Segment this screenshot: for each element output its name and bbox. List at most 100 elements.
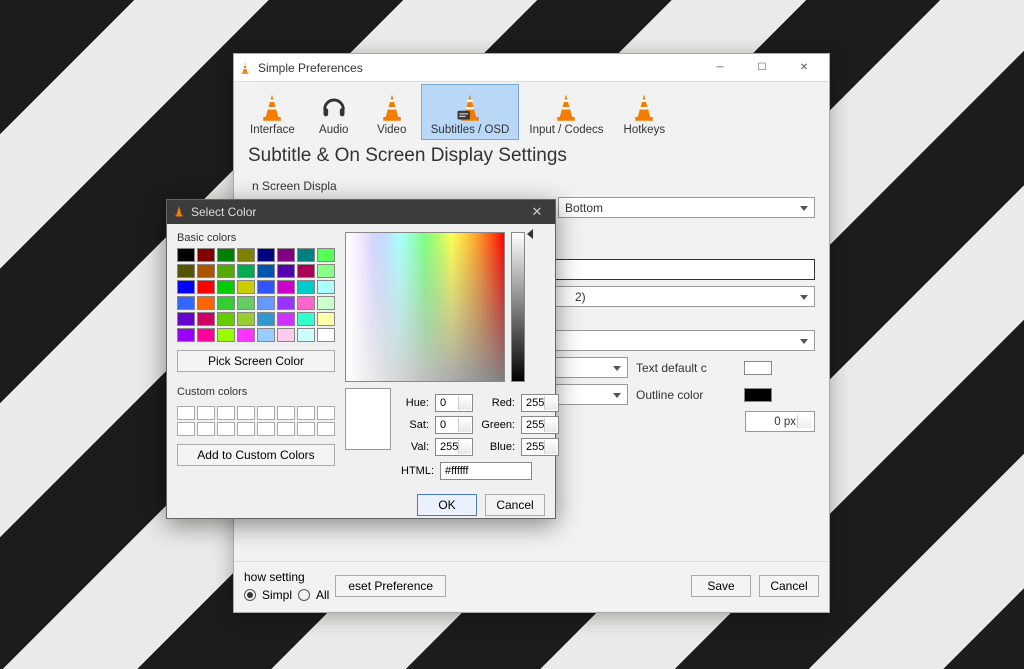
basic-color-swatch[interactable] [197,328,215,342]
radio-all[interactable] [298,589,310,601]
basic-color-swatch[interactable] [197,264,215,278]
basic-color-swatch[interactable] [237,280,255,294]
pick-screen-color-button[interactable]: Pick Screen Color [177,350,335,372]
sat-label: Sat: [401,419,429,431]
basic-color-swatch[interactable] [297,312,315,326]
custom-swatch[interactable] [277,422,295,436]
reset-preferences-button[interactable]: eset Preference [335,575,446,597]
basic-color-swatch[interactable] [317,248,335,262]
cancel-button[interactable]: Cancel [485,494,545,516]
basic-color-swatch[interactable] [277,248,295,262]
basic-color-swatch[interactable] [257,296,275,310]
basic-color-swatch[interactable] [257,280,275,294]
close-button[interactable]: ✕ [783,54,825,81]
minimize-button[interactable]: ─ [699,54,741,81]
custom-swatch[interactable] [237,422,255,436]
basic-color-swatch[interactable] [277,328,295,342]
basic-color-swatch[interactable] [217,280,235,294]
tab-audio[interactable]: Audio [305,84,363,140]
basic-color-swatch[interactable] [237,296,255,310]
cancel-button[interactable]: Cancel [759,575,819,597]
custom-swatch[interactable] [197,406,215,420]
basic-color-swatch[interactable] [297,248,315,262]
custom-swatch[interactable] [257,406,275,420]
custom-swatch[interactable] [177,406,195,420]
tab-interface[interactable]: Interface [240,84,305,140]
basic-color-swatch[interactable] [257,264,275,278]
basic-color-swatch[interactable] [217,264,235,278]
sat-input[interactable]: 0 [435,416,473,434]
custom-swatch[interactable] [257,422,275,436]
basic-color-swatch[interactable] [277,312,295,326]
val-input[interactable]: 255 [435,438,473,456]
basic-color-swatch[interactable] [237,312,255,326]
basic-colors-label: Basic colors [177,232,335,244]
saturation-hue-picker[interactable] [345,232,505,382]
maximize-button[interactable]: ☐ [741,54,783,81]
basic-color-swatch[interactable] [317,312,335,326]
custom-swatch[interactable] [297,422,315,436]
custom-swatch[interactable] [277,406,295,420]
basic-color-swatch[interactable] [237,328,255,342]
shadow-offset-spinner[interactable]: 0 px [745,411,815,432]
radio-simple[interactable] [244,589,256,601]
hue-input[interactable]: 0 [435,394,473,412]
save-button[interactable]: Save [691,575,751,597]
basic-color-swatch[interactable] [297,280,315,294]
basic-color-swatch[interactable] [217,312,235,326]
basic-color-swatch[interactable] [197,280,215,294]
basic-color-swatch[interactable] [177,312,195,326]
tab-subtitles-osd[interactable]: Subtitles / OSD [421,84,520,140]
basic-color-swatch[interactable] [277,296,295,310]
text-color-swatch[interactable] [744,361,772,375]
custom-swatch[interactable] [217,422,235,436]
dialog-close-button[interactable]: ✕ [525,204,549,220]
basic-color-swatch[interactable] [197,248,215,262]
basic-color-swatch[interactable] [237,248,255,262]
value-slider[interactable] [511,232,525,382]
custom-swatch[interactable] [317,406,335,420]
tab-input-codecs[interactable]: Input / Codecs [519,84,613,140]
green-input[interactable]: 255 [521,416,559,434]
custom-swatch[interactable] [317,422,335,436]
tab-video[interactable]: Video [363,84,421,140]
page-title: Subtitle & On Screen Display Settings [234,140,829,175]
basic-color-swatch[interactable] [317,328,335,342]
add-to-custom-colors-button[interactable]: Add to Custom Colors [177,444,335,466]
basic-color-swatch[interactable] [257,248,275,262]
basic-color-swatch[interactable] [317,296,335,310]
basic-color-swatch[interactable] [177,296,195,310]
basic-color-swatch[interactable] [217,328,235,342]
input-value: 255 [440,441,458,453]
basic-color-swatch[interactable] [297,296,315,310]
basic-color-swatch[interactable] [217,248,235,262]
ok-button[interactable]: OK [417,494,477,516]
basic-color-swatch[interactable] [197,296,215,310]
basic-color-swatch[interactable] [297,264,315,278]
basic-color-swatch[interactable] [217,296,235,310]
basic-color-swatch[interactable] [277,280,295,294]
basic-color-swatch[interactable] [317,280,335,294]
basic-color-swatch[interactable] [317,264,335,278]
basic-color-swatch[interactable] [177,264,195,278]
outline-color-swatch[interactable] [744,388,772,402]
basic-color-swatch[interactable] [257,328,275,342]
html-color-input[interactable] [440,462,532,480]
basic-color-swatch[interactable] [177,280,195,294]
blue-input[interactable]: 255 [521,438,559,456]
custom-swatch[interactable] [177,422,195,436]
red-input[interactable]: 255 [521,394,559,412]
custom-swatch[interactable] [297,406,315,420]
basic-color-swatch[interactable] [177,328,195,342]
custom-swatch[interactable] [217,406,235,420]
custom-swatch[interactable] [197,422,215,436]
custom-swatch[interactable] [237,406,255,420]
basic-color-swatch[interactable] [297,328,315,342]
position-dropdown[interactable]: Bottom [558,197,815,218]
basic-color-swatch[interactable] [277,264,295,278]
basic-color-swatch[interactable] [237,264,255,278]
basic-color-swatch[interactable] [177,248,195,262]
tab-hotkeys[interactable]: Hotkeys [614,84,676,140]
basic-color-swatch[interactable] [257,312,275,326]
basic-color-swatch[interactable] [197,312,215,326]
